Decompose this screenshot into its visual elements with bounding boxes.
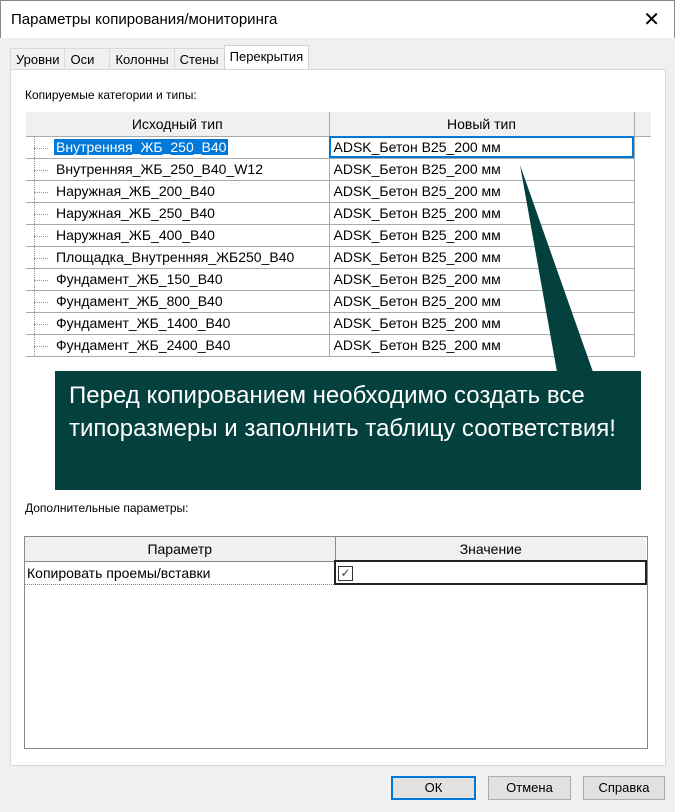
ok-button[interactable]: ОК	[391, 776, 476, 800]
cancel-button[interactable]: Отмена	[488, 776, 571, 800]
help-button[interactable]: Справка	[583, 776, 665, 800]
callout-annotation: Перед копированием необходимо создать вс…	[55, 371, 641, 490]
